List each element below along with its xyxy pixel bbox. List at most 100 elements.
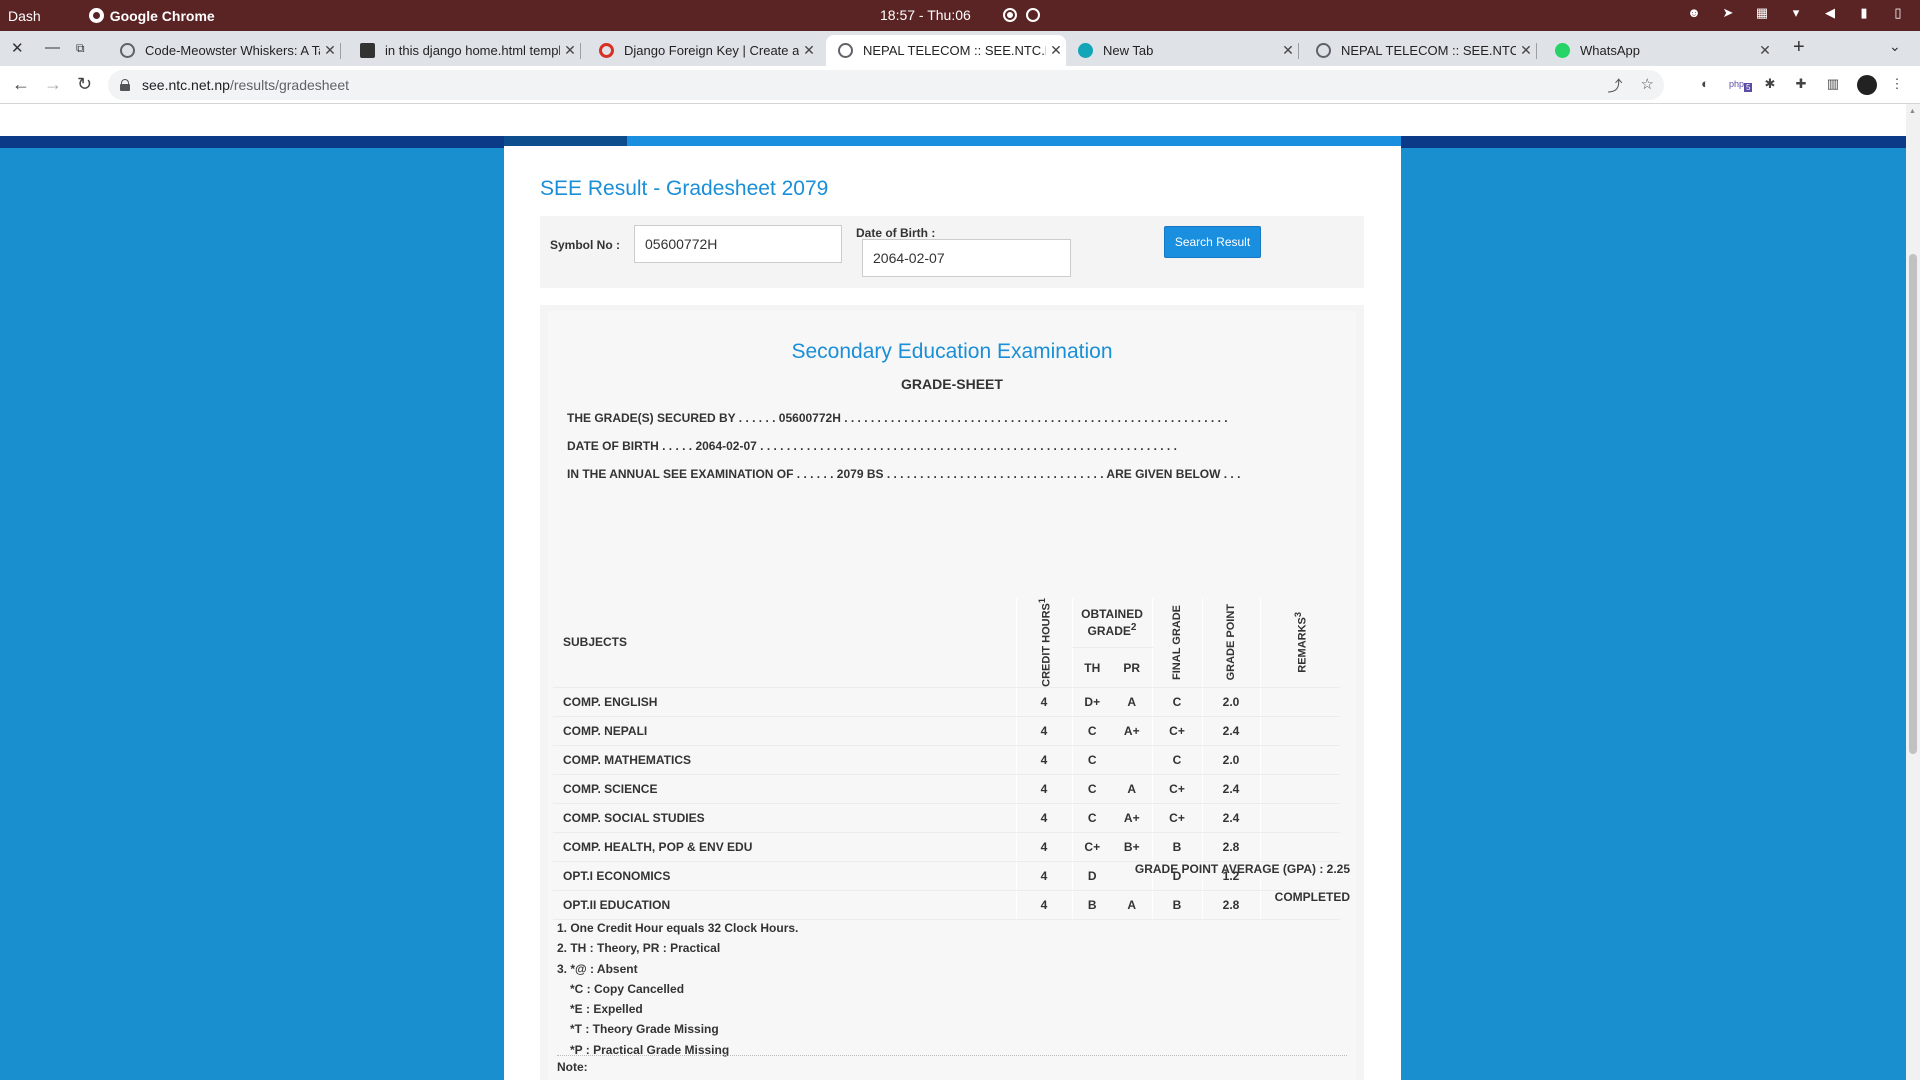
grade-point-cell: 2.0 xyxy=(1201,745,1260,775)
credit-cell: 4 xyxy=(1015,890,1072,920)
tab-title: Django Foreign Key | Create a D xyxy=(624,43,799,58)
volume-icon[interactable]: ◀ xyxy=(1822,5,1838,21)
note-item: 3. *@ : Absent xyxy=(557,961,638,976)
globe-icon xyxy=(838,43,853,58)
tab-close-icon[interactable]: ✕ xyxy=(1278,42,1298,59)
page-scrollbar[interactable]: ▲ xyxy=(1906,104,1920,1080)
side-panel-icon[interactable]: ▥ xyxy=(1824,75,1842,93)
grade-row: OPT.II EDUCATION 4 B A B 2.8 xyxy=(553,890,1340,920)
clock[interactable]: 18:57 - Thu:06 xyxy=(880,7,971,23)
grade-row: COMP. SOCIAL STUDIES 4 C A+ C+ 2.4 xyxy=(553,803,1340,833)
close-window-icon[interactable]: ✕ xyxy=(11,39,24,57)
restore-window-icon[interactable]: ⧉ xyxy=(76,41,85,56)
tab-close-icon[interactable]: ✕ xyxy=(1046,42,1066,59)
pr-grade-cell: A+ xyxy=(1112,803,1152,833)
active-app-name: Google Chrome xyxy=(109,7,215,24)
minimize-window-icon[interactable]: — xyxy=(45,39,60,56)
final-grade-cell: B xyxy=(1151,890,1202,920)
php-extension-icon[interactable]: php 5 xyxy=(1729,75,1753,93)
dash-button[interactable]: Dash xyxy=(8,8,41,24)
grade-point-cell: 2.0 xyxy=(1201,687,1260,717)
final-grade-cell: C+ xyxy=(1151,803,1202,833)
tab-close-icon[interactable]: ✕ xyxy=(1755,42,1775,59)
subject-cell: COMP. HEALTH, POP & ENV EDU xyxy=(553,832,1016,862)
face-icon[interactable]: ☻ xyxy=(1686,5,1702,21)
note-item: 1. One Credit Hour equals 32 Clock Hours… xyxy=(557,921,799,935)
bug-extension-icon[interactable]: ✱ xyxy=(1761,75,1779,93)
tab-close-icon[interactable]: ✕ xyxy=(1516,42,1536,59)
note-label: Note: xyxy=(557,1060,588,1074)
record-icon[interactable] xyxy=(1003,8,1017,22)
search-form: Symbol No : Date of Birth : Search Resul… xyxy=(540,216,1364,288)
grade-point-cell: 2.4 xyxy=(1201,803,1260,833)
puzzle-extensions-icon[interactable]: ✚ xyxy=(1792,75,1810,93)
scrollbar-thumb[interactable] xyxy=(1909,254,1917,754)
pr-grade-cell: A xyxy=(1112,687,1152,717)
search-result-button[interactable]: Search Result xyxy=(1164,226,1261,258)
th-grade-cell: D xyxy=(1071,861,1112,891)
col-grade-point: GRADE POINT xyxy=(1201,598,1260,688)
tab-close-icon[interactable]: ✕ xyxy=(560,42,580,59)
dob-input[interactable] xyxy=(862,239,1071,277)
final-grade-cell: C xyxy=(1151,745,1202,775)
scroll-up-arrow-icon[interactable]: ▲ xyxy=(1909,108,1917,116)
note-item: *C : Copy Cancelled xyxy=(570,981,685,996)
reload-icon[interactable]: ↻ xyxy=(77,74,92,95)
th-grade-cell: C+ xyxy=(1071,832,1112,862)
tab-close-icon[interactable]: ✕ xyxy=(320,42,340,59)
extension-color-icon[interactable]: ◐ xyxy=(1696,75,1714,93)
docker-icon[interactable]: ▦ xyxy=(1754,5,1770,21)
tab-0[interactable]: Code-Meowster Whiskers: A Ta ✕ xyxy=(108,35,341,66)
share-icon[interactable]: ⤴ xyxy=(1608,75,1623,96)
active-app[interactable]: Google Chrome xyxy=(88,7,215,24)
subject-cell: COMP. MATHEMATICS xyxy=(553,745,1016,775)
tab-5[interactable]: NEPAL TELECOM :: SEE.NTC.N ✕ xyxy=(1304,35,1537,66)
url-host: see.ntc.net.np xyxy=(142,77,230,93)
final-grade-cell: B xyxy=(1151,832,1202,862)
pr-grade-cell: A xyxy=(1112,890,1152,920)
subject-cell: COMP. SCIENCE xyxy=(553,774,1016,804)
url-text[interactable]: see.ntc.net.np/results/gradesheet xyxy=(142,77,349,93)
final-grade-cell: C+ xyxy=(1151,774,1202,804)
profile-avatar[interactable] xyxy=(1857,75,1877,95)
globe-icon xyxy=(1316,43,1331,58)
lock-icon[interactable] xyxy=(120,79,130,91)
microphone-icon[interactable]: ▮ xyxy=(1856,5,1872,21)
omnibox[interactable]: see.ntc.net.np/results/gradesheet ⤴ ☆ xyxy=(108,70,1664,100)
credit-cell: 4 xyxy=(1015,687,1072,717)
forward-arrow-icon[interactable]: → xyxy=(44,74,62,95)
tab-4[interactable]: New Tab ✕ xyxy=(1066,35,1299,66)
secured-by-line: THE GRADE(S) SECURED BY . . . . . . 0560… xyxy=(567,411,1228,425)
circle-icon[interactable] xyxy=(1026,8,1040,22)
bookmark-star-icon[interactable]: ☆ xyxy=(1641,75,1654,96)
col-subjects: SUBJECTS xyxy=(553,598,1016,688)
content-container: SEE Result - Gradesheet 2079 Symbol No :… xyxy=(504,136,1401,1080)
tab-title: Code-Meowster Whiskers: A Ta xyxy=(145,43,320,58)
th-grade-cell: C xyxy=(1071,774,1112,804)
tab-1[interactable]: in this django home.html templ ✕ xyxy=(348,35,581,66)
subject-cell: OPT.II EDUCATION xyxy=(553,890,1016,920)
tab-2[interactable]: Django Foreign Key | Create a D ✕ xyxy=(587,35,819,66)
tab-search-chevron-icon[interactable]: ⌄ xyxy=(1889,38,1901,55)
telegram-icon[interactable]: ➤ xyxy=(1720,5,1736,21)
exam-line: IN THE ANNUAL SEE EXAMINATION OF . . . .… xyxy=(567,467,1241,481)
tab-title: NEPAL TELECOM :: SEE.NTC.N xyxy=(863,43,1046,58)
grade-point-text: GRADE POINT xyxy=(1225,604,1237,681)
remarks-cell xyxy=(1259,803,1340,833)
wifi-icon[interactable]: ▾ xyxy=(1788,5,1804,21)
note-item: 2. TH : Theory, PR : Practical xyxy=(557,941,721,956)
kebab-menu-icon[interactable]: ⋮ xyxy=(1888,75,1906,93)
tab-close-icon[interactable]: ✕ xyxy=(799,42,819,59)
back-arrow-icon[interactable]: ← xyxy=(12,74,30,95)
new-tab-plus-icon[interactable]: + xyxy=(1793,36,1805,59)
battery-icon[interactable]: ▯ xyxy=(1890,5,1906,21)
gradesheet-heading: GRADE-SHEET xyxy=(901,376,1003,392)
tab-3-active[interactable]: NEPAL TELECOM :: SEE.NTC.N ✕ xyxy=(826,35,1066,66)
remarks-cell xyxy=(1259,687,1340,717)
symbol-number-input[interactable] xyxy=(634,225,842,263)
os-top-bar: Dash Google Chrome 18:57 - Thu:06 ☻ ➤ ▦ … xyxy=(0,0,1920,31)
credit-cell: 4 xyxy=(1015,745,1072,775)
exam-title: Secondary Education Examination xyxy=(791,340,1113,363)
symbol-label: Symbol No : xyxy=(550,238,621,252)
tab-6[interactable]: WhatsApp ✕ xyxy=(1543,35,1775,66)
